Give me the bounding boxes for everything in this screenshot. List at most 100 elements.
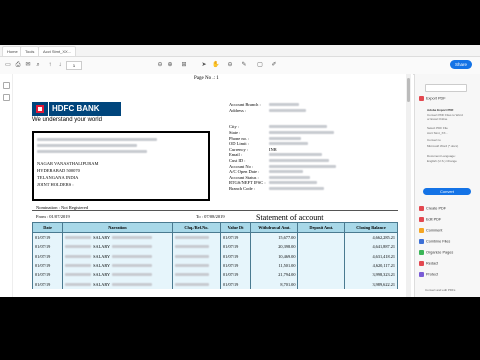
address-state: TELANGANA INDIA xyxy=(37,175,79,180)
bookmark-icon[interactable] xyxy=(3,94,10,101)
doc-language-value[interactable]: English (U.S.) Change xyxy=(427,159,457,163)
tools-search-input[interactable] xyxy=(425,84,467,92)
col-chq-ref: Chq./Ref.No. xyxy=(171,222,222,233)
sign-icon[interactable]: ✎ xyxy=(240,61,248,69)
account-info-row: Account Branch : xyxy=(229,102,299,107)
page-number-label: Page No .: 1 xyxy=(194,76,219,81)
redacted-value xyxy=(269,103,299,106)
account-info-row: Email : xyxy=(229,152,322,157)
redacted-value xyxy=(269,131,334,134)
print-icon[interactable]: ⎙ xyxy=(14,61,22,69)
save-icon[interactable]: ▭ xyxy=(4,61,12,69)
left-nav-rail xyxy=(0,74,13,297)
redacted-text xyxy=(65,282,92,286)
cell-withdrawal: 8,701.00 xyxy=(250,279,299,289)
cell-narration: SALARY xyxy=(62,251,173,261)
edit-pdf-tool[interactable]: Edit PDF xyxy=(419,217,441,222)
organize-pages-tool[interactable]: Organize Pages xyxy=(419,250,453,255)
redact-tool[interactable]: Redact xyxy=(419,261,438,266)
zoom-dropdown-icon[interactable]: ⊖ xyxy=(226,61,234,69)
zoom-out-icon[interactable]: ⊖ xyxy=(156,61,164,69)
thumbnails-icon[interactable] xyxy=(3,82,10,89)
cell-narration: SALARY xyxy=(62,232,173,243)
cell-deposit xyxy=(297,279,346,289)
doc-language-label: Document Language: xyxy=(427,154,456,158)
tab-document[interactable]: Acct Stmt_XX... xyxy=(38,46,77,56)
account-info-label: Currency : xyxy=(229,146,249,152)
joint-holders: JOINT HOLDERS : xyxy=(37,182,74,187)
comment-tool[interactable]: Comment xyxy=(419,228,442,233)
account-info-row: OD Limit : xyxy=(229,141,308,146)
col-closing-balance: Closing Balance xyxy=(344,222,398,233)
statement-title: Statement of account xyxy=(256,213,324,222)
fit-icon[interactable]: ⊞ xyxy=(180,61,188,69)
convert-to-label: Convert to xyxy=(427,138,441,142)
cell-withdrawal: 20,398.00 xyxy=(250,242,299,252)
convert-button[interactable]: Convert xyxy=(423,188,471,195)
account-info-row: RTGS/NEFT IFSC : xyxy=(229,180,317,185)
account-info-label: State : xyxy=(229,130,241,135)
redacted-text xyxy=(112,236,153,240)
redacted-text xyxy=(112,273,153,277)
account-info-label: Phone no. : xyxy=(229,135,250,141)
export-pdf-tool[interactable]: Export PDF xyxy=(419,96,446,101)
account-info-row: Currency : INR xyxy=(229,147,277,152)
account-info-row: State : xyxy=(229,130,334,135)
cursor-icon[interactable]: ➤ xyxy=(200,61,208,69)
table-header-row: Date Narration Chq./Ref.No. Value Dt Wit… xyxy=(31,222,398,233)
protect-icon xyxy=(419,272,424,277)
search-icon[interactable]: ⌕ xyxy=(34,61,42,69)
selected-file-name[interactable]: Acct Stmt_XX... xyxy=(427,131,448,135)
redacted-text xyxy=(174,236,209,240)
share-button[interactable]: Share xyxy=(450,60,472,69)
page-number-input[interactable]: 1 xyxy=(66,61,82,70)
page-up-icon[interactable]: ↑ xyxy=(46,61,54,69)
account-info-row: Account Status : xyxy=(229,175,310,180)
pdf-page: Page No .: 1 HDFC BANK We understand you… xyxy=(26,74,413,297)
table-row: 01/07/19 SALARY 01/07/19 11,501.00 4,620,117… xyxy=(31,260,398,271)
account-info-label: A/C Open Date : xyxy=(229,169,260,175)
zoom-in-icon[interactable]: ⊕ xyxy=(166,61,174,69)
panel-footer: Convert and edit PDFs xyxy=(425,288,456,292)
comment-icon xyxy=(419,228,424,233)
combine-files-tool[interactable]: Combine Files xyxy=(419,239,450,244)
format-option[interactable]: Microsoft Word (*.docx) xyxy=(427,144,458,148)
create-pdf-tool[interactable]: Create PDF xyxy=(419,206,446,211)
mail-icon[interactable]: ✉ xyxy=(24,61,32,69)
cell-deposit xyxy=(297,251,346,261)
account-info-row xyxy=(229,113,269,118)
cell-date: 01/07/19 xyxy=(31,251,64,261)
account-info-label: City : xyxy=(229,124,240,130)
account-info-row xyxy=(229,119,269,124)
table-row: 01/07/19 SALARY 01/07/19 10,469.00 4,631,418… xyxy=(31,251,398,261)
address-city: NAGAR VANASTHALIPURAM xyxy=(37,161,99,166)
account-info-label: Address : xyxy=(229,107,247,113)
cell-chq-ref xyxy=(171,242,222,252)
redact-icon xyxy=(419,261,424,266)
col-deposit: Deposit Amt. xyxy=(297,222,346,233)
tab-tools[interactable]: Tools xyxy=(20,46,40,56)
cell-chq-ref xyxy=(171,260,222,271)
cell-closing-balance: 3,998,323.21 xyxy=(344,270,398,280)
page-down-icon[interactable]: ↓ xyxy=(56,61,64,69)
address-city-pin: HYDERABAD 500070 xyxy=(37,168,80,173)
account-info-row: Account No : xyxy=(229,164,336,169)
cell-value-date: 01/07/19 xyxy=(220,232,252,243)
tab-bar: Home Tools Acct Stmt_XX... xyxy=(0,45,480,57)
statement-to-date: To : 07/08/2019 xyxy=(196,214,225,219)
redacted-value xyxy=(269,170,303,174)
select-pdf-label: Select PDF File xyxy=(427,126,448,130)
transactions-table: Date Narration Chq./Ref.No. Value Dt Wit… xyxy=(31,222,398,289)
comment-icon[interactable]: ▢ xyxy=(256,61,264,69)
hand-icon[interactable]: ✋ xyxy=(212,61,220,69)
combine-files-icon xyxy=(419,239,424,244)
cell-deposit xyxy=(297,242,346,252)
highlight-icon[interactable]: ✐ xyxy=(270,61,278,69)
cell-date: 01/07/19 xyxy=(31,242,64,252)
export-desc-title: Adobe Export PDF xyxy=(427,108,454,112)
divider xyxy=(32,210,398,211)
table-row: 01/07/19 SALARY 01/07/19 20,398.00 4,641,887… xyxy=(31,242,398,252)
protect-tool[interactable]: Protect xyxy=(419,272,438,277)
cell-deposit xyxy=(297,232,346,243)
table-row: 01/07/19 SALARY 01/07/19 8,701.00 3,989,622.… xyxy=(31,279,398,289)
